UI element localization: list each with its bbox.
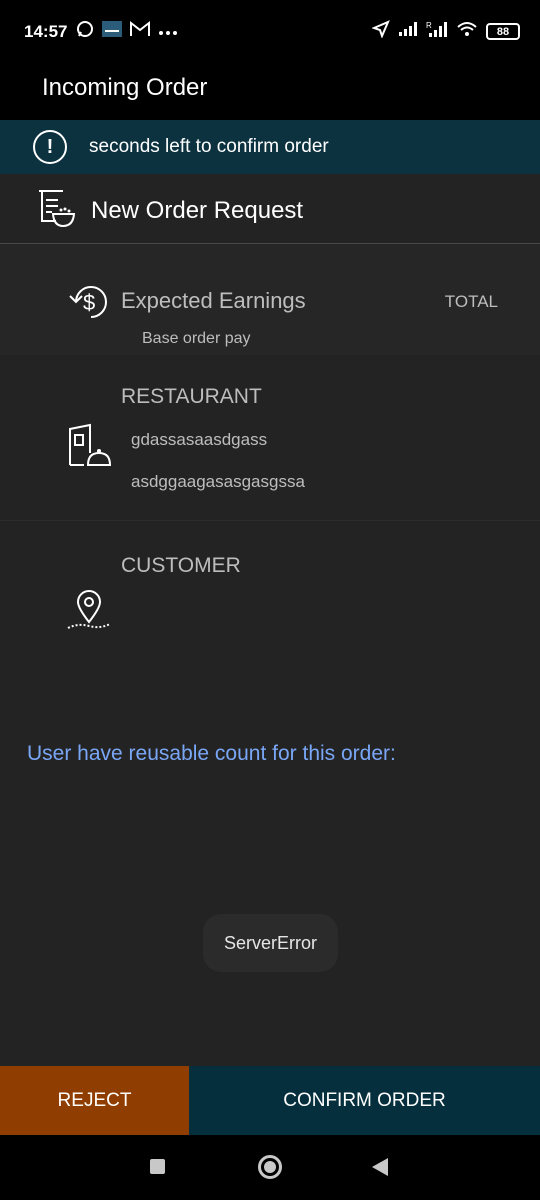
- app-bar: Incoming Order: [0, 62, 540, 120]
- status-time: 14:57: [24, 22, 68, 41]
- signal-roaming-icon: R: [426, 20, 448, 43]
- order-content: New Order Request $ Expected Earnings TO…: [0, 174, 540, 1066]
- system-nav-bar: [0, 1135, 540, 1200]
- reject-button-label: REJECT: [57, 1089, 132, 1111]
- svg-text:$: $: [83, 290, 95, 315]
- gmail-icon: [130, 20, 150, 42]
- restaurant-icon: [66, 423, 112, 474]
- recents-square-icon[interactable]: [150, 1159, 165, 1174]
- banner-text: seconds left to confirm order: [89, 136, 329, 157]
- earnings-title: Expected Earnings: [121, 288, 306, 313]
- restaurant-label: RESTAURANT: [121, 385, 262, 408]
- customer-label: CUSTOMER: [121, 554, 241, 577]
- status-left-icons: [76, 20, 178, 43]
- earnings-total-label: TOTAL: [444, 292, 498, 311]
- app-thumbnail-icon: [102, 21, 122, 42]
- confirm-button-label: CONFIRM ORDER: [283, 1089, 446, 1111]
- home-circle-icon[interactable]: [258, 1155, 282, 1179]
- confirm-order-button[interactable]: CONFIRM ORDER: [189, 1066, 540, 1135]
- battery-icon: 88: [486, 23, 520, 40]
- back-triangle-icon[interactable]: [372, 1158, 388, 1176]
- wifi-icon: [456, 20, 478, 43]
- signal-icon: [398, 21, 418, 42]
- server-error-toast: ServerError: [203, 914, 338, 972]
- countdown-banner: ! seconds left to confirm order: [0, 120, 540, 174]
- status-right-icons: R 88: [371, 20, 520, 43]
- food-order-icon: [36, 188, 76, 233]
- money-refresh-icon: $: [68, 282, 112, 325]
- restaurant-address: asdggaagasasgasgssa: [131, 472, 305, 491]
- map-pin-icon: [66, 590, 112, 637]
- location-arrow-icon: [371, 20, 390, 43]
- reject-button[interactable]: REJECT: [0, 1066, 189, 1135]
- earnings-sub-label: Base order pay: [142, 330, 251, 347]
- more-dots-icon: [158, 23, 178, 41]
- toast-text: ServerError: [223, 932, 317, 953]
- restaurant-name: gdassasaasdgass: [131, 430, 268, 449]
- svg-text:R: R: [426, 21, 432, 30]
- reusable-count-text: User have reusable count for this order:: [27, 742, 396, 765]
- whatsapp-icon: [76, 20, 94, 43]
- alert-circle-icon: !: [33, 130, 67, 164]
- restaurant-section: RESTAURANT gdassasaasdgass asdggaagasasg…: [0, 355, 540, 521]
- earnings-section: $ Expected Earnings TOTAL Base order pay: [0, 245, 540, 355]
- order-request-header: New Order Request: [0, 174, 540, 244]
- order-request-title: New Order Request: [91, 197, 304, 224]
- page-title: Incoming Order: [42, 74, 208, 101]
- status-bar: 14:57 R 88: [0, 0, 540, 62]
